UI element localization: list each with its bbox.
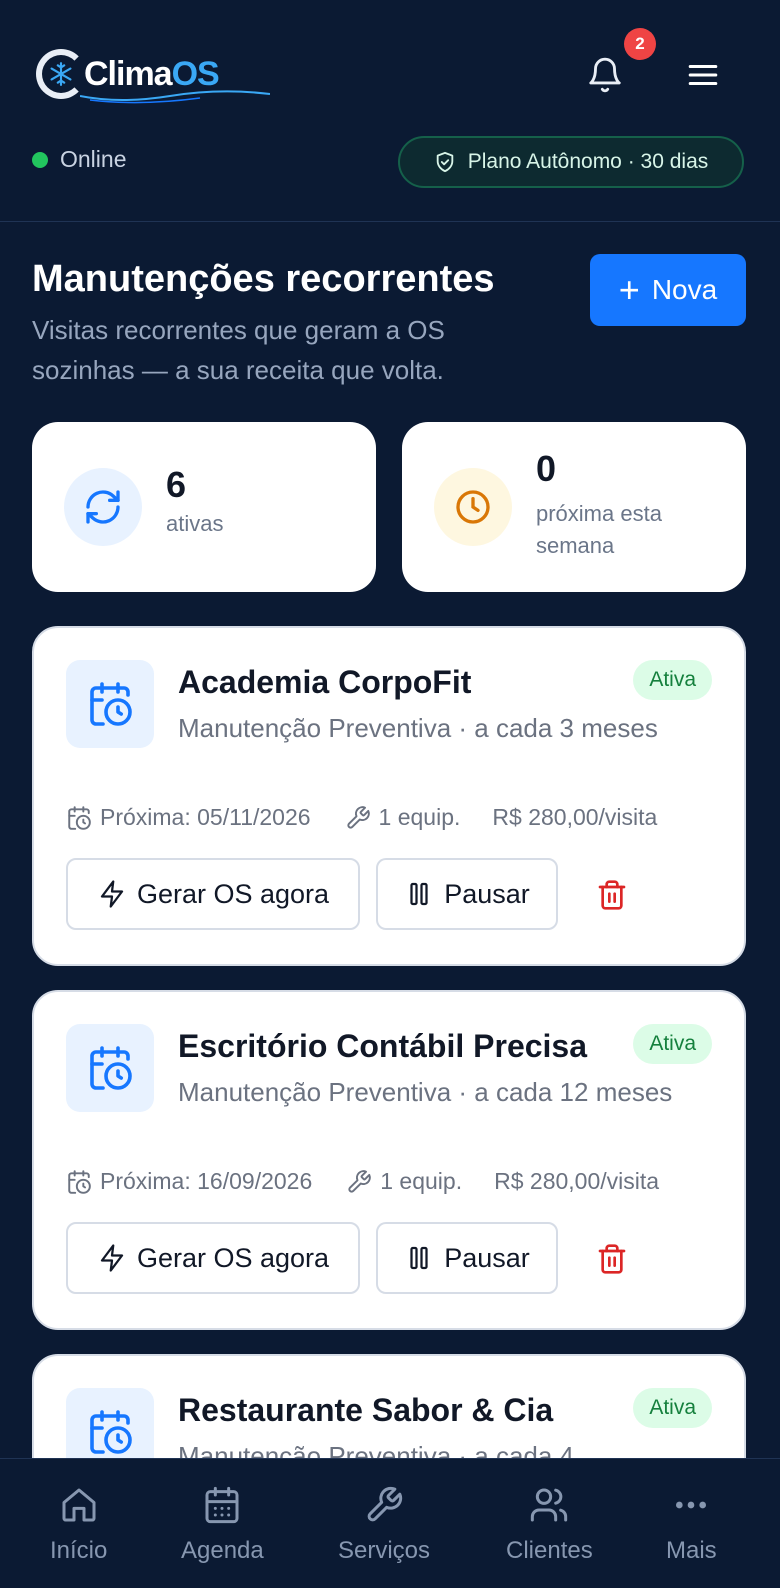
card-meta: Próxima: 05/11/2026 1 equip. R$ 280,00/v…: [66, 804, 657, 831]
plan-label: Plano Autônomo · 30 dias: [467, 150, 709, 173]
logo-mark: [36, 49, 86, 99]
calendar-clock-icon-wrap: [66, 660, 154, 748]
next-date-text: Próxima: 05/11/2026: [100, 804, 311, 830]
stat-card-next-week: 0 próxima esta semana: [402, 422, 746, 592]
snowflake-icon: [50, 62, 72, 86]
wrench-icon: [346, 805, 370, 829]
new-recurrence-button[interactable]: + Nova: [590, 254, 746, 326]
pause-icon: [410, 882, 428, 906]
equipment-text: 1 equip.: [378, 804, 461, 830]
equipment-text: 1 equip.: [380, 1168, 463, 1194]
client-name: Restaurante Sabor & Cia: [178, 1392, 554, 1428]
app-header: ClimaOS 2 Online Plano Autônomo · 30 dia…: [0, 0, 780, 222]
delete-button[interactable]: [596, 1242, 628, 1276]
calendar-icon: [205, 1486, 239, 1524]
price-text: R$ 280,00/visita: [492, 804, 658, 830]
delete-button[interactable]: [596, 878, 628, 912]
generate-os-button[interactable]: Gerar OS agora: [66, 858, 360, 930]
pause-label: Pausar: [444, 878, 530, 909]
page-subtitle: Visitas recorrentes que geram a OS sozin…: [32, 315, 445, 385]
stat-value: 0: [536, 448, 557, 489]
nav-item-inicio[interactable]: Início: [50, 1485, 107, 1565]
card-meta: Próxima: 16/09/2026 1 equip. R$ 280,00/v…: [66, 1168, 659, 1195]
calendar-clock-icon-wrap: [66, 1024, 154, 1112]
stat-value: 6: [166, 464, 187, 505]
bottom-nav: Início Agenda Serviços Clientes Mais: [0, 1458, 780, 1588]
equipment-count: 1 equip.: [345, 804, 461, 831]
next-date: Próxima: 16/09/2026: [66, 1168, 312, 1195]
service-frequency: Manutenção Preventiva · a cada 3 meses: [178, 713, 658, 743]
more-icon: [676, 1501, 707, 1509]
nav-item-clientes[interactable]: Clientes: [506, 1485, 593, 1565]
client-name: Academia CorpoFit: [178, 664, 472, 700]
recurrence-card[interactable]: Academia CorpoFit Manutenção Preventiva …: [32, 626, 746, 966]
logo-text-clima: Clima: [84, 54, 173, 93]
generate-os-label: Gerar OS agora: [136, 1242, 330, 1273]
online-dot: [32, 151, 48, 168]
wrench-icon: [348, 1169, 372, 1193]
calendar-clock-icon: [90, 682, 132, 726]
nav-label: Mais: [666, 1537, 717, 1564]
next-date-text: Próxima: 16/09/2026: [100, 1168, 313, 1194]
logo-wave-decoration: [80, 90, 270, 104]
pause-label: Pausar: [444, 1242, 530, 1273]
notifications-badge: 2: [624, 28, 656, 60]
price: R$ 280,00/visita: [492, 804, 657, 831]
calendar-clock-icon: [68, 1169, 91, 1194]
stat-label: próxima esta semana: [536, 501, 662, 558]
clock-icon: [456, 490, 490, 524]
nav-item-servicos[interactable]: Serviços: [338, 1485, 430, 1565]
recurrence-card[interactable]: Escritório Contábil Precisa Manutenção P…: [32, 990, 746, 1330]
plus-icon: +: [618, 269, 640, 310]
pause-icon: [410, 1246, 428, 1270]
price-text: R$ 280,00/visita: [494, 1168, 660, 1194]
nav-label: Serviços: [338, 1537, 431, 1564]
refresh-icon: [86, 490, 120, 524]
generate-os-label: Gerar OS agora: [136, 878, 330, 909]
hamburger-icon: [688, 64, 718, 86]
bell-icon: [589, 57, 621, 93]
status-badge: Ativa: [633, 660, 712, 700]
climaos-logo[interactable]: ClimaOS: [36, 44, 270, 104]
home-icon: [62, 1488, 96, 1522]
stat-label: ativas: [166, 511, 224, 536]
new-button-label: Nova: [651, 274, 718, 305]
equipment-count: 1 equip.: [346, 1168, 462, 1195]
nav-item-agenda[interactable]: Agenda: [181, 1485, 264, 1565]
plan-badge[interactable]: Plano Autônomo · 30 dias: [398, 136, 744, 188]
nav-label: Clientes: [506, 1537, 593, 1564]
shield-check-icon: [436, 151, 453, 173]
status-badge: Ativa: [633, 1388, 712, 1428]
menu-button[interactable]: [686, 58, 720, 92]
next-date: Próxima: 05/11/2026: [66, 804, 311, 831]
calendar-clock-icon: [68, 805, 91, 830]
pause-button[interactable]: Pausar: [376, 1222, 558, 1294]
lightning-icon: [100, 1244, 124, 1272]
notifications-button[interactable]: [586, 54, 628, 98]
nav-label: Agenda: [181, 1537, 264, 1564]
page-title: Manutenções recorrentes: [32, 258, 495, 300]
generate-os-button[interactable]: Gerar OS agora: [66, 1222, 360, 1294]
trash-icon: [598, 1244, 626, 1274]
lightning-icon: [100, 880, 124, 908]
calendar-clock-icon: [90, 1046, 132, 1090]
calendar-clock-icon: [90, 1410, 132, 1454]
online-status: Online: [32, 146, 126, 173]
status-badge: Ativa: [633, 1024, 712, 1064]
client-name: Escritório Contábil Precisa: [178, 1028, 588, 1064]
pause-button[interactable]: Pausar: [376, 858, 558, 930]
wrench-icon: [367, 1486, 403, 1522]
logo-text-os: OS: [171, 54, 220, 93]
stat-icon-wrap: [64, 468, 142, 546]
nav-label: Início: [50, 1537, 108, 1564]
service-frequency: Manutenção Preventiva · a cada 12 meses: [178, 1077, 673, 1107]
price: R$ 280,00/visita: [494, 1168, 659, 1195]
online-label: Online: [60, 146, 127, 172]
users-icon: [531, 1488, 568, 1522]
stat-icon-wrap: [434, 468, 512, 546]
stat-card-active: 6 ativas: [32, 422, 376, 592]
nav-item-mais[interactable]: Mais: [666, 1485, 717, 1565]
trash-icon: [598, 880, 626, 910]
